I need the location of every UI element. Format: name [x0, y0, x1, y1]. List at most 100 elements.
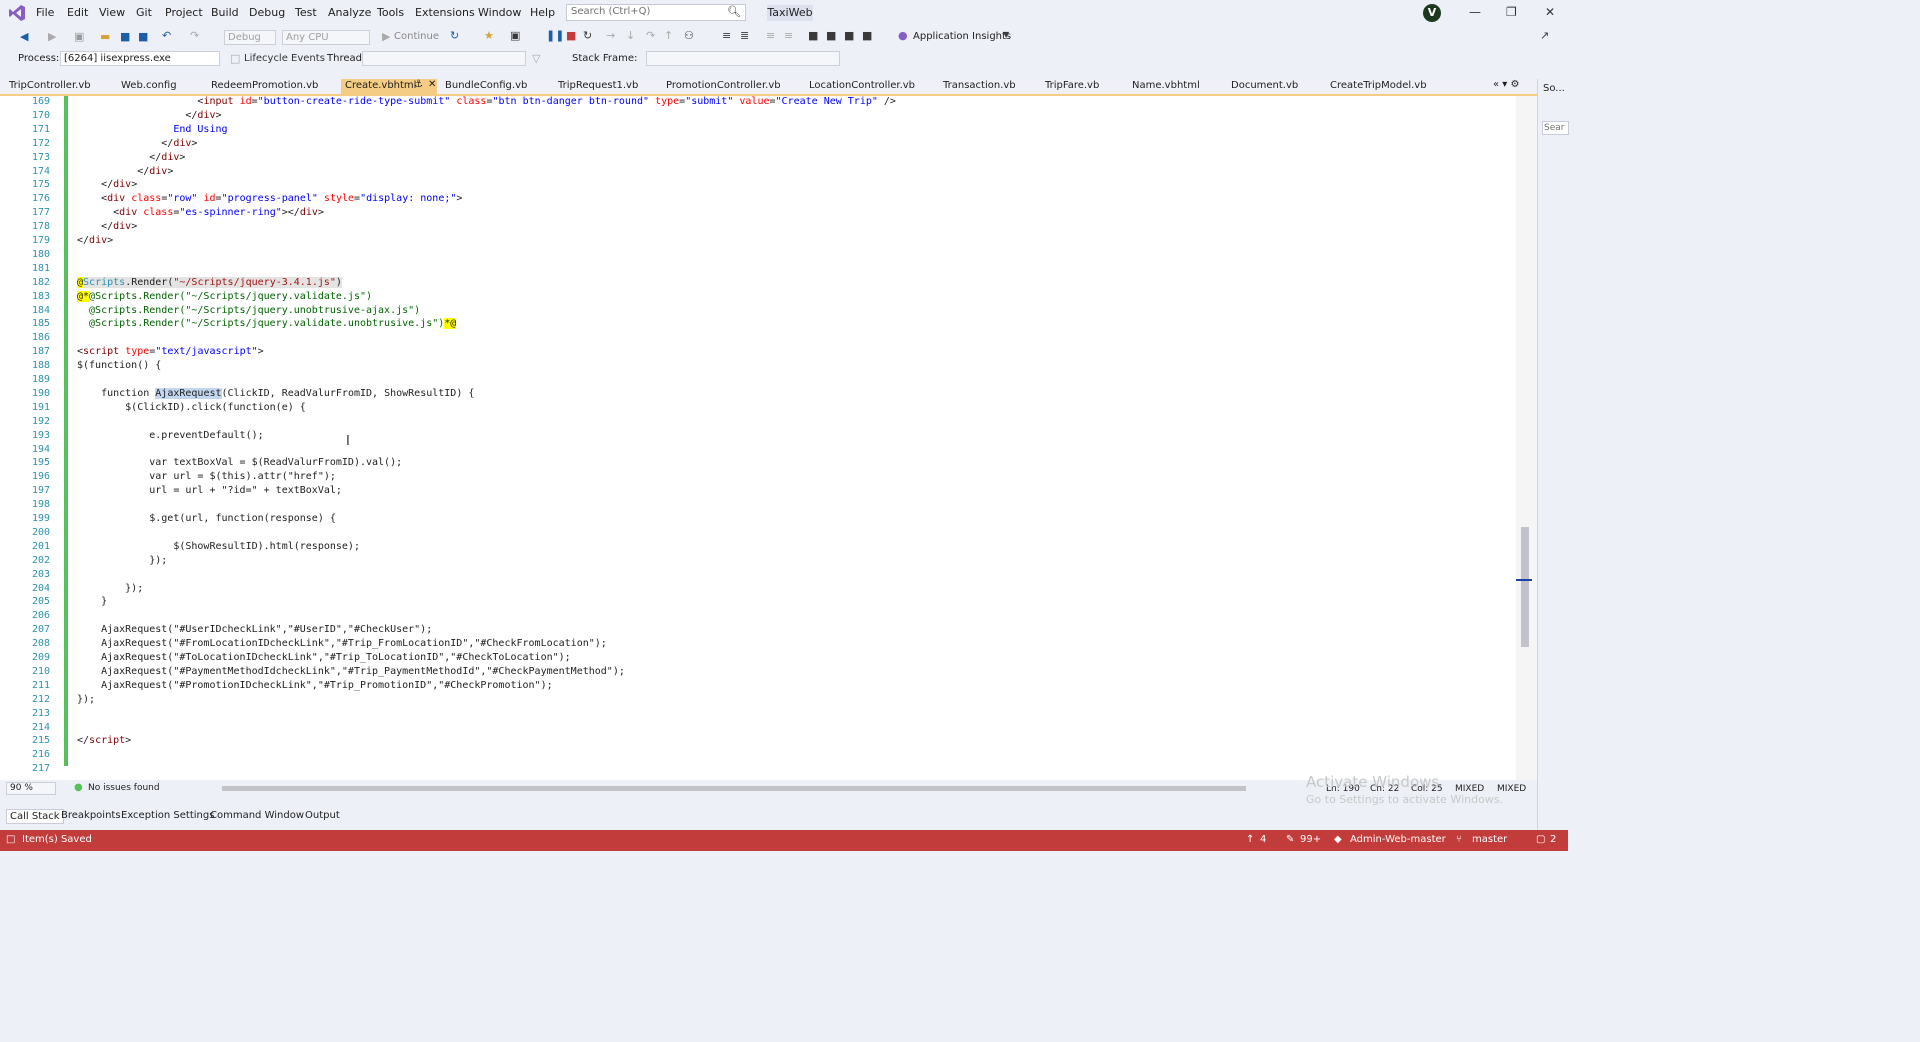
back-icon[interactable]: ◀︎ — [20, 30, 28, 43]
step-over-icon[interactable]: ↓ — [626, 29, 635, 42]
code-line[interactable]: </div> — [77, 166, 173, 177]
code-editor[interactable]: 169 170 171 172 173 174 175 176 177 178 179 180 181 1… — [0, 96, 1516, 780]
tab-triprequest1-vb[interactable]: TripRequest1.vb — [554, 79, 658, 94]
refresh-icon[interactable]: ↻ — [450, 29, 459, 42]
scroll-thumb[interactable] — [1521, 527, 1529, 647]
continue-icon[interactable]: ▶︎ — [382, 30, 390, 43]
solution-explorer-search[interactable]: Sear — [1542, 121, 1569, 135]
code-line[interactable]: } — [77, 596, 107, 607]
thread-select[interactable] — [362, 51, 526, 66]
comment-icon[interactable]: ≡ — [766, 29, 775, 42]
forward-icon[interactable]: ▶︎ — [48, 30, 56, 43]
code-line[interactable]: </div> — [77, 138, 197, 149]
menu-test[interactable]: Test — [295, 6, 317, 19]
tab-overflow-icon[interactable]: « ▾ ⚙ — [1493, 79, 1519, 90]
tab-name-vbhtml[interactable]: Name.vbhtml — [1128, 79, 1223, 94]
pause-icon[interactable]: ❚❚ — [546, 29, 564, 42]
process-select[interactable]: [6264] iisexpress.exe — [60, 51, 220, 66]
tool-tab-exception-settings[interactable]: Exception Settings — [118, 809, 217, 822]
tab-bundleconfig-vb[interactable]: BundleConfig.vb — [441, 79, 550, 94]
diagnostic-icon[interactable]: ⚇ — [684, 29, 694, 42]
restart-icon[interactable]: ↻ — [583, 29, 592, 42]
tab-promotioncontroller-vb[interactable]: PromotionController.vb — [662, 79, 801, 94]
avatar[interactable]: V — [1423, 4, 1441, 22]
screenshot-icon[interactable]: ▣ — [510, 29, 520, 42]
code-line[interactable]: url = url + "?id=" + textBoxVal; — [77, 485, 342, 496]
outdent-icon[interactable]: ≣ — [740, 29, 749, 42]
code-line[interactable]: </script> — [77, 735, 131, 746]
uncomment-icon[interactable]: ≡ — [784, 29, 793, 42]
tab-createtripmodel-vb[interactable]: CreateTripModel.vb — [1326, 79, 1446, 94]
step-out-icon[interactable]: ↷ — [646, 29, 655, 42]
menu-extensions[interactable]: Extensions — [415, 6, 475, 19]
undo-icon[interactable]: ↶ — [162, 29, 171, 42]
code-line[interactable]: </div> — [77, 179, 137, 190]
publish-count[interactable]: 4 — [1260, 834, 1266, 845]
save-icon[interactable]: ■ — [120, 30, 130, 43]
branch-name[interactable]: master — [1472, 834, 1507, 845]
menu-edit[interactable]: Edit — [67, 6, 88, 19]
tab-document-vb[interactable]: Document.vb — [1227, 79, 1322, 94]
code-line[interactable]: $(ClickID).click(function(e) { — [77, 402, 306, 413]
code-line[interactable]: </div> — [77, 110, 221, 121]
filter-icon[interactable]: ▽ — [532, 52, 540, 65]
menu-debug[interactable]: Debug — [249, 6, 285, 19]
pending-changes-count[interactable]: 99+ — [1300, 834, 1321, 845]
code-line[interactable]: function AjaxRequest(ClickID, ReadValurF… — [77, 387, 474, 399]
pin-tab-icon[interactable]: ⚓ — [414, 79, 423, 90]
pin-icon[interactable]: ↗ — [1540, 29, 1549, 42]
code-line[interactable]: @*@Scripts.Render("~/Scripts/jquery.vali… — [77, 290, 372, 302]
code-line[interactable]: AjaxRequest("#FromLocationIDcheckLink","… — [77, 638, 607, 649]
new-project-icon[interactable]: ▣ — [74, 30, 84, 43]
prev-bookmark-icon[interactable]: ■ — [826, 29, 836, 42]
step-into-icon[interactable]: → — [606, 29, 615, 42]
bookmark-icon[interactable]: ■ — [808, 29, 818, 42]
platform-select[interactable]: Any CPU — [282, 30, 370, 45]
code-line[interactable]: AjaxRequest("#UserIDcheckLink","#UserID"… — [77, 624, 432, 635]
code-line[interactable]: AjaxRequest("#PromotionIDcheckLink","#Tr… — [77, 680, 553, 691]
code-line[interactable]: <script type="text/javascript"> — [77, 346, 264, 357]
next-bookmark-icon[interactable]: ■ — [844, 29, 854, 42]
notifications-icon[interactable]: ▢ — [1536, 834, 1545, 845]
code-line[interactable]: var url = $(this).attr("href"); — [77, 471, 336, 482]
code-line[interactable]: }); — [77, 694, 95, 705]
code-line[interactable]: <input id="button-create-ride-type-submi… — [77, 96, 896, 107]
tab-tripfare-vb[interactable]: TripFare.vb — [1041, 79, 1124, 94]
menu-git[interactable]: Git — [136, 6, 152, 19]
redo-icon[interactable]: ↷ — [190, 29, 199, 42]
step-up-icon[interactable]: ↑ — [664, 29, 673, 42]
code-line[interactable]: @Scripts.Render("~/Scripts/jquery-3.4.1.… — [77, 276, 342, 288]
code-line[interactable]: AjaxRequest("#PaymentMethodIdcheckLink",… — [77, 666, 625, 677]
open-folder-icon[interactable]: ▬ — [100, 30, 110, 43]
tab-redeempromotion-vb[interactable]: RedeemPromotion.vb — [207, 79, 337, 94]
close-tab-icon[interactable]: ✕ — [428, 79, 436, 90]
code-line[interactable]: @Scripts.Render("~/Scripts/jquery.unobtr… — [77, 305, 420, 316]
code-line[interactable]: <div class="es-spinner-ring"></div> — [77, 207, 324, 218]
code-line[interactable]: <div class="row" id="progress-panel" sty… — [77, 193, 462, 204]
code-line[interactable]: $(function() { — [77, 360, 161, 371]
repo-name[interactable]: Admin-Web-master — [1350, 834, 1446, 845]
chevron-down-icon[interactable]: ▼ — [1003, 30, 1009, 39]
tab-web-config[interactable]: Web.config — [117, 79, 203, 94]
config-select[interactable]: Debug — [224, 30, 276, 45]
code-line[interactable]: var textBoxVal = $(ReadValurFromID).val(… — [77, 457, 402, 468]
menu-window[interactable]: Window — [478, 6, 521, 19]
search-input[interactable]: Search (Ctrl+Q) 🔍︎ — [566, 4, 746, 21]
menu-analyze[interactable]: Analyze — [328, 6, 371, 19]
stop-icon[interactable]: ■ — [566, 29, 576, 42]
issues-status[interactable]: No issues found — [88, 783, 160, 793]
menu-tools[interactable]: Tools — [377, 6, 404, 19]
minimize-icon[interactable]: — — [1469, 5, 1481, 19]
menu-build[interactable]: Build — [211, 6, 239, 19]
stack-frame-select[interactable] — [646, 51, 840, 66]
code-line[interactable]: }); — [77, 555, 167, 566]
tool-tab-call-stack[interactable]: Call Stack — [6, 809, 64, 824]
code-line[interactable]: $(ShowResultID).html(response); — [77, 541, 360, 552]
clear-bookmarks-icon[interactable]: ■ — [862, 29, 872, 42]
horizontal-scrollbar[interactable] — [222, 786, 1246, 791]
code-line[interactable]: @Scripts.Render("~/Scripts/jquery.valida… — [77, 318, 457, 330]
tab-create-vbhtml[interactable]: Create.vbhtml ⚓ ✕ — [341, 79, 437, 94]
code-line[interactable]: }); — [77, 583, 143, 594]
tool-tab-command-window[interactable]: Command Window — [207, 809, 307, 822]
code-line[interactable]: </div> — [77, 221, 137, 232]
